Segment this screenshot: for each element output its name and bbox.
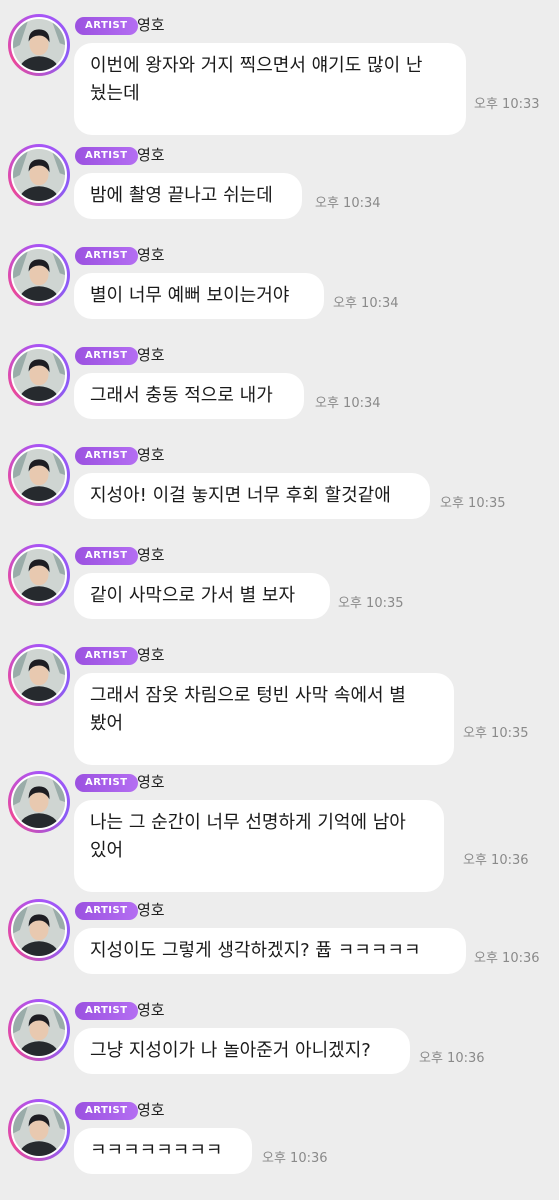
artist-badge: ARTIST bbox=[75, 1002, 138, 1020]
avatar[interactable] bbox=[8, 14, 70, 76]
avatar[interactable] bbox=[8, 999, 70, 1061]
avatar-photo bbox=[11, 547, 67, 603]
artist-badge: ARTIST bbox=[75, 647, 138, 665]
avatar-photo bbox=[11, 1002, 67, 1058]
sender-name: 영호 bbox=[137, 146, 165, 164]
chat-message-list[interactable]: ARTIST 영호 이번에 왕자와 거지 찍으면서 얘기도 많이 난 눴는데 오후 1… bbox=[0, 0, 559, 1200]
message-bubble[interactable]: 지성아! 이걸 놓지면 너무 후회 할것같애 bbox=[74, 473, 430, 519]
avatar-photo bbox=[11, 147, 67, 203]
message-bubble[interactable]: ㅋㅋㅋㅋㅋㅋㅋㅋ bbox=[74, 1128, 252, 1174]
artist-badge: ARTIST bbox=[75, 547, 138, 565]
avatar[interactable] bbox=[8, 244, 70, 306]
avatar-photo bbox=[11, 17, 67, 73]
sender-name: 영호 bbox=[137, 246, 165, 264]
sender-name: 영호 bbox=[137, 16, 165, 34]
message-bubble[interactable]: 그래서 잠옷 차림으로 텅빈 사막 속에서 별 봤어 bbox=[74, 673, 454, 765]
artist-badge: ARTIST bbox=[75, 774, 138, 792]
message-timestamp: 오후 10:36 bbox=[262, 1151, 328, 1166]
artist-badge: ARTIST bbox=[75, 447, 138, 465]
artist-badge: ARTIST bbox=[75, 902, 138, 920]
sender-name: 영호 bbox=[137, 646, 165, 664]
message-bubble[interactable]: 밤에 촬영 끝나고 쉬는데 bbox=[74, 173, 302, 219]
avatar-photo bbox=[11, 247, 67, 303]
message-timestamp: 오후 10:34 bbox=[315, 396, 381, 411]
artist-badge: ARTIST bbox=[75, 17, 138, 35]
message-bubble[interactable]: 나는 그 순간이 너무 선명하게 기억에 남아 있어 bbox=[74, 800, 444, 892]
artist-badge: ARTIST bbox=[75, 347, 138, 365]
avatar-photo bbox=[11, 1102, 67, 1158]
sender-name: 영호 bbox=[137, 901, 165, 919]
avatar-photo bbox=[11, 347, 67, 403]
avatar-photo bbox=[11, 774, 67, 830]
artist-badge: ARTIST bbox=[75, 147, 138, 165]
sender-name: 영호 bbox=[137, 773, 165, 791]
message-bubble[interactable]: 지성이도 그렇게 생각하겠지? 퓹 ㅋㅋㅋㅋㅋ bbox=[74, 928, 466, 974]
message-timestamp: 오후 10:36 bbox=[419, 1051, 485, 1066]
message-timestamp: 오후 10:35 bbox=[440, 496, 506, 511]
avatar[interactable] bbox=[8, 544, 70, 606]
avatar-photo bbox=[11, 647, 67, 703]
message-timestamp: 오후 10:36 bbox=[463, 853, 529, 868]
avatar[interactable] bbox=[8, 899, 70, 961]
message-timestamp: 오후 10:35 bbox=[338, 596, 404, 611]
message-timestamp: 오후 10:36 bbox=[474, 951, 540, 966]
message-bubble[interactable]: 그래서 충동 적으로 내가 bbox=[74, 373, 304, 419]
message-bubble[interactable]: 같이 사막으로 가서 별 보자 bbox=[74, 573, 330, 619]
message-bubble[interactable]: 별이 너무 예뻐 보이는거야 bbox=[74, 273, 324, 319]
avatar[interactable] bbox=[8, 644, 70, 706]
message-timestamp: 오후 10:33 bbox=[474, 97, 540, 112]
avatar[interactable] bbox=[8, 771, 70, 833]
sender-name: 영호 bbox=[137, 446, 165, 464]
sender-name: 영호 bbox=[137, 1001, 165, 1019]
artist-badge: ARTIST bbox=[75, 247, 138, 265]
avatar-photo bbox=[11, 447, 67, 503]
avatar[interactable] bbox=[8, 1099, 70, 1161]
message-timestamp: 오후 10:34 bbox=[333, 296, 399, 311]
message-bubble[interactable]: 이번에 왕자와 거지 찍으면서 얘기도 많이 난 눴는데 bbox=[74, 43, 466, 135]
message-bubble[interactable]: 그냥 지성이가 나 놀아준거 아니겠지? bbox=[74, 1028, 410, 1074]
sender-name: 영호 bbox=[137, 1101, 165, 1119]
message-timestamp: 오후 10:34 bbox=[315, 196, 381, 211]
avatar[interactable] bbox=[8, 344, 70, 406]
sender-name: 영호 bbox=[137, 546, 165, 564]
sender-name: 영호 bbox=[137, 346, 165, 364]
artist-badge: ARTIST bbox=[75, 1102, 138, 1120]
avatar[interactable] bbox=[8, 444, 70, 506]
message-timestamp: 오후 10:35 bbox=[463, 726, 529, 741]
avatar[interactable] bbox=[8, 144, 70, 206]
avatar-photo bbox=[11, 902, 67, 958]
